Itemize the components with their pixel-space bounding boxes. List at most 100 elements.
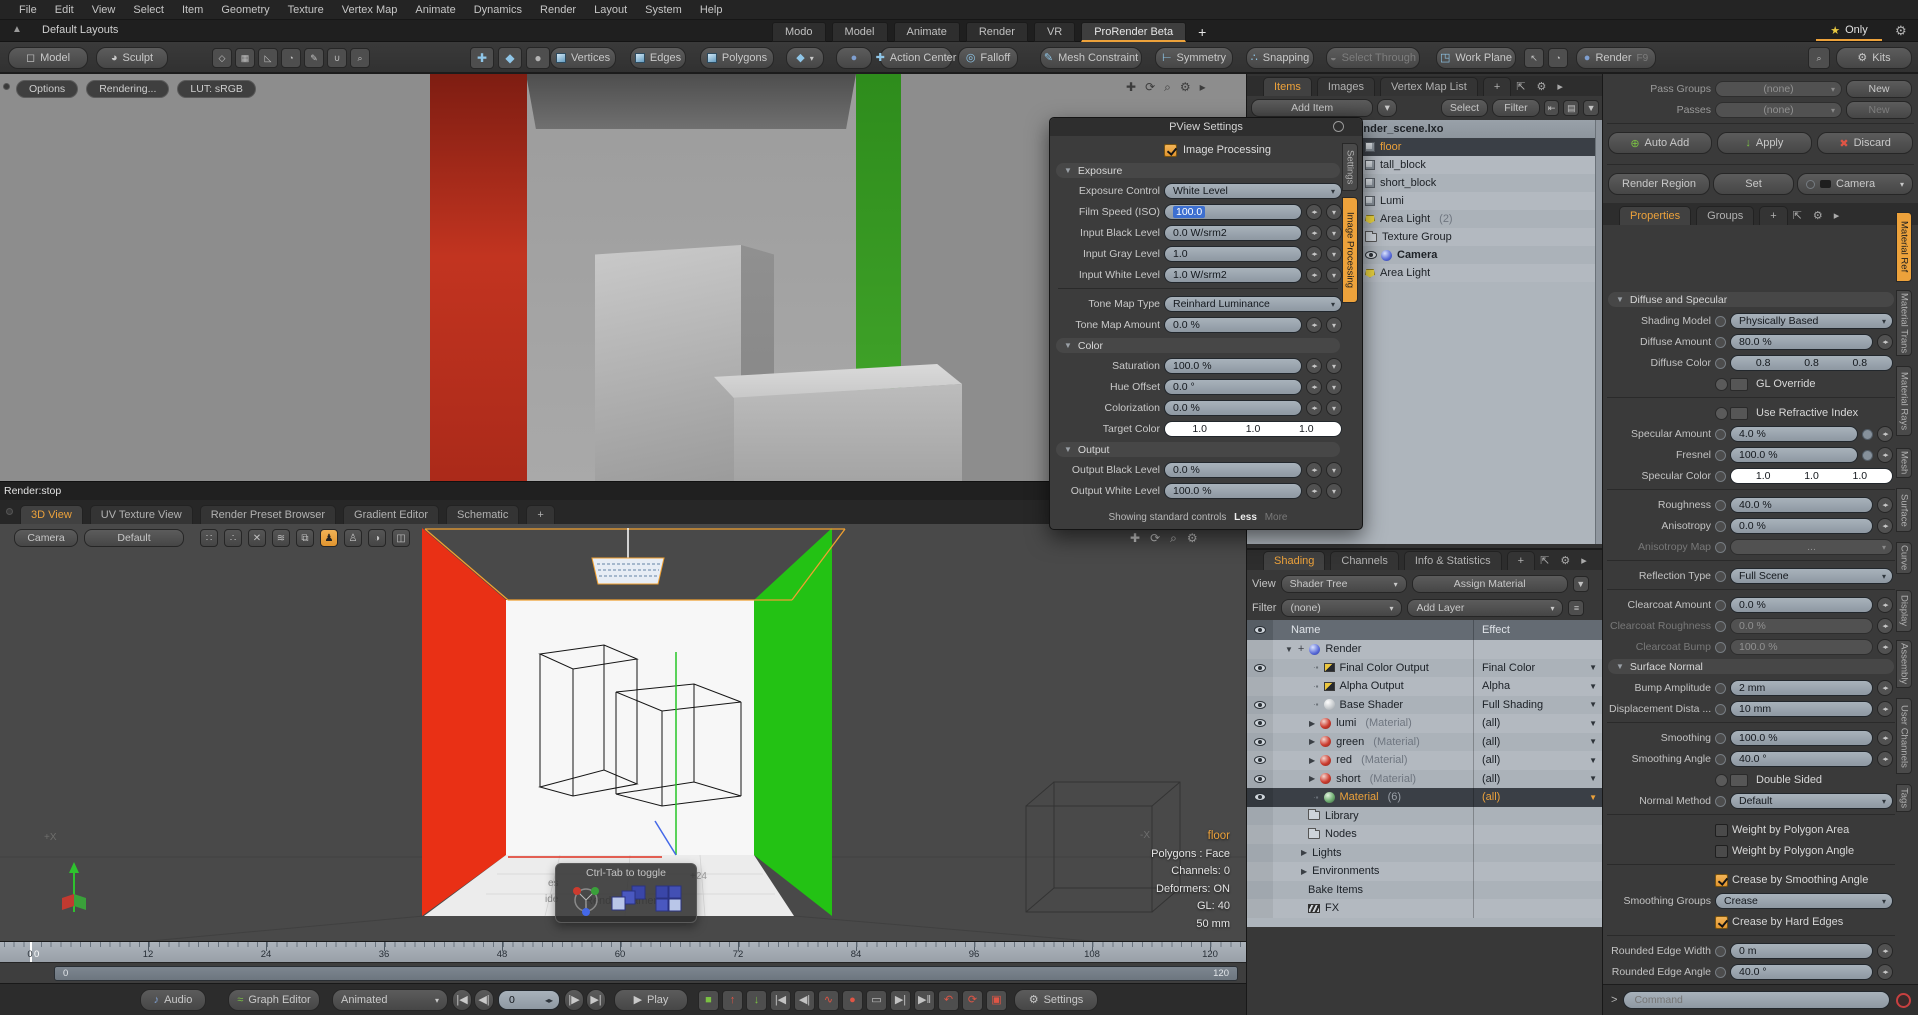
effect-cell[interactable]: [1473, 825, 1603, 844]
shader-row-alpha-output[interactable]: ·▪Alpha OutputAlpha▼: [1247, 677, 1603, 696]
channel-wave-icon[interactable]: ∿: [818, 990, 839, 1011]
menu-select[interactable]: Select: [124, 4, 173, 16]
value-field[interactable]: 2 mm: [1730, 680, 1873, 696]
properties-tab-groups[interactable]: Groups: [1696, 206, 1754, 225]
channel-dot[interactable]: [1715, 358, 1726, 369]
go-to-end-button[interactable]: ▶|: [586, 989, 606, 1011]
items-panel-expand-icon[interactable]: ⇱: [1516, 80, 1525, 96]
channel-dot[interactable]: [1715, 704, 1726, 715]
value-dropdown-button[interactable]: ▾: [1326, 246, 1342, 262]
pview-section-output[interactable]: ▼Output: [1056, 442, 1340, 457]
next-key2-icon[interactable]: ▶‖: [914, 990, 935, 1011]
prop-checkbox-crease-by-hard-edges[interactable]: [1715, 916, 1728, 929]
shading-filter-funnel-icon[interactable]: ▼: [1573, 576, 1589, 592]
component-vertices-button[interactable]: Vertices: [550, 47, 616, 69]
tool-icon-0[interactable]: ◇: [212, 48, 232, 68]
ball-tool-icon[interactable]: ◔: [1548, 48, 1568, 68]
effect-dropdown-arrow[interactable]: ▼: [1589, 756, 1597, 765]
mini-dial[interactable]: [1862, 450, 1873, 461]
layout-tab-prorender-beta[interactable]: ProRender Beta: [1081, 22, 1186, 42]
range-slider[interactable]: 0 120: [54, 966, 1238, 981]
effect-cell[interactable]: (all)▼: [1473, 788, 1603, 807]
properties-panel-expand-icon[interactable]: ⇱: [1793, 209, 1802, 225]
value-spinner[interactable]: ◂▸: [1306, 267, 1322, 283]
value-field[interactable]: 100.0: [1164, 204, 1302, 220]
anim-mode-dropdown[interactable]: Animated▾: [332, 989, 448, 1011]
shader-row-bake-items[interactable]: Bake Items: [1247, 881, 1603, 900]
shader-row-lights[interactable]: ▶Lights: [1247, 844, 1603, 863]
value-spinner[interactable]: ◂▸: [1306, 246, 1322, 262]
settings-gear-icon[interactable]: ⚙: [1180, 80, 1191, 95]
shader-row-environments[interactable]: ▶Environments: [1247, 862, 1603, 881]
menu-geometry[interactable]: Geometry: [212, 4, 278, 16]
viewport-preset-dropdown[interactable]: Default: [84, 529, 184, 547]
pan-icon[interactable]: ✚: [1126, 80, 1136, 95]
side-tab-curve[interactable]: Curve: [1896, 542, 1912, 574]
effect-dropdown-arrow[interactable]: ▼: [1589, 700, 1597, 709]
key-up-icon[interactable]: ↑: [722, 990, 743, 1011]
value-spinner[interactable]: ◂▸: [1306, 317, 1322, 333]
select-mode-icon-0[interactable]: ✚: [470, 47, 494, 69]
value-field[interactable]: 40.0 %: [1730, 497, 1873, 513]
color-field[interactable]: 1.01.01.0: [1730, 468, 1893, 484]
properties-panel-arrow-icon[interactable]: ▸: [1834, 209, 1840, 225]
zoom-icon[interactable]: ⌕: [1164, 80, 1171, 95]
properties-tab-properties[interactable]: Properties: [1619, 206, 1691, 225]
effect-cell[interactable]: Alpha▼: [1473, 677, 1603, 696]
viewport-tab-3d-view[interactable]: 3D View: [20, 505, 83, 524]
items-tab-vertex-map-list[interactable]: Vertex Map List: [1380, 77, 1478, 96]
shader-row-final-color-output[interactable]: ·▪Final Color OutputFinal Color▼: [1247, 659, 1603, 678]
value-field[interactable]: 100.0 %: [1730, 447, 1858, 463]
component-edges-button[interactable]: Edges: [630, 47, 686, 69]
viewport-panel-corner-icon[interactable]: [6, 508, 13, 515]
mesh-constraint-button[interactable]: ✎Mesh Constraint: [1040, 47, 1142, 69]
menu-texture[interactable]: Texture: [279, 4, 333, 16]
side-tab-mesh[interactable]: Mesh: [1896, 448, 1912, 478]
sphere-mode-button[interactable]: ●: [836, 47, 872, 69]
shading-panel-arrow-icon[interactable]: ▸: [1581, 554, 1587, 570]
menu-help[interactable]: Help: [691, 4, 732, 16]
pview-section-color[interactable]: ▼Color: [1056, 338, 1340, 353]
value-field[interactable]: 0 m: [1730, 943, 1873, 959]
tool-icon-4[interactable]: ✎: [304, 48, 324, 68]
value-field[interactable]: 40.0 °: [1730, 964, 1873, 980]
dropdown-field[interactable]: White Level▾: [1164, 183, 1342, 199]
viewport-tab-schematic[interactable]: Schematic: [446, 505, 519, 524]
menu-layout[interactable]: Layout: [585, 4, 636, 16]
dots-icon[interactable]: ∴: [224, 529, 242, 547]
kits-button[interactable]: ⚙Kits: [1836, 47, 1912, 69]
effect-dropdown-arrow[interactable]: ▼: [1589, 793, 1597, 802]
layout-new-tab-button[interactable]: +: [1192, 24, 1212, 42]
channel-dot[interactable]: [1715, 521, 1726, 532]
shader-tree-view-dropdown[interactable]: Shader Tree▾: [1281, 575, 1407, 593]
items-tab-images[interactable]: Images: [1317, 77, 1375, 96]
channel-dot[interactable]: [1715, 642, 1726, 653]
shader-row-red[interactable]: ▶red(Material)(all)▼: [1247, 751, 1603, 770]
camera-channel-dot[interactable]: [1806, 180, 1815, 189]
lut-srgb-button[interactable]: LUT: sRGB: [177, 80, 256, 98]
menu-render[interactable]: Render: [531, 4, 585, 16]
value-field[interactable]: 10 mm: [1730, 701, 1873, 717]
value-spinner[interactable]: ◂▸: [1877, 447, 1893, 463]
value-dropdown-button[interactable]: ▾: [1326, 400, 1342, 416]
tool-icon-6[interactable]: ⌕: [350, 48, 370, 68]
value-dropdown-button[interactable]: ▾: [1326, 267, 1342, 283]
value-field[interactable]: 40.0 °: [1730, 751, 1873, 767]
side-tab-display[interactable]: Display: [1896, 590, 1912, 632]
shader-row-material[interactable]: ·▪Material(6)(all)▼: [1247, 788, 1603, 807]
auto-add-button[interactable]: ⊕Auto Add: [1608, 132, 1712, 154]
value-spinner[interactable]: ◂▸: [1877, 597, 1893, 613]
prop-toggle-gl-override[interactable]: [1715, 378, 1748, 391]
channel-dot[interactable]: [1715, 337, 1726, 348]
value-spinner[interactable]: ◂▸: [1877, 518, 1893, 534]
pan-icon[interactable]: ✚: [1130, 531, 1140, 546]
channel-dot[interactable]: [1715, 946, 1726, 957]
shader-row-base-shader[interactable]: ·▪Base ShaderFull Shading▼: [1247, 696, 1603, 715]
add-item-dropdown[interactable]: Add Item: [1251, 99, 1373, 117]
menu-edit[interactable]: Edit: [46, 4, 83, 16]
properties-panel-gear-icon[interactable]: ⚙: [1813, 209, 1823, 225]
shading-tab-shading[interactable]: Shading: [1263, 551, 1325, 570]
side-tab-surface[interactable]: Surface: [1896, 488, 1912, 532]
apply-button[interactable]: ↓Apply: [1717, 132, 1813, 154]
shader-row-fx[interactable]: FX: [1247, 899, 1603, 918]
